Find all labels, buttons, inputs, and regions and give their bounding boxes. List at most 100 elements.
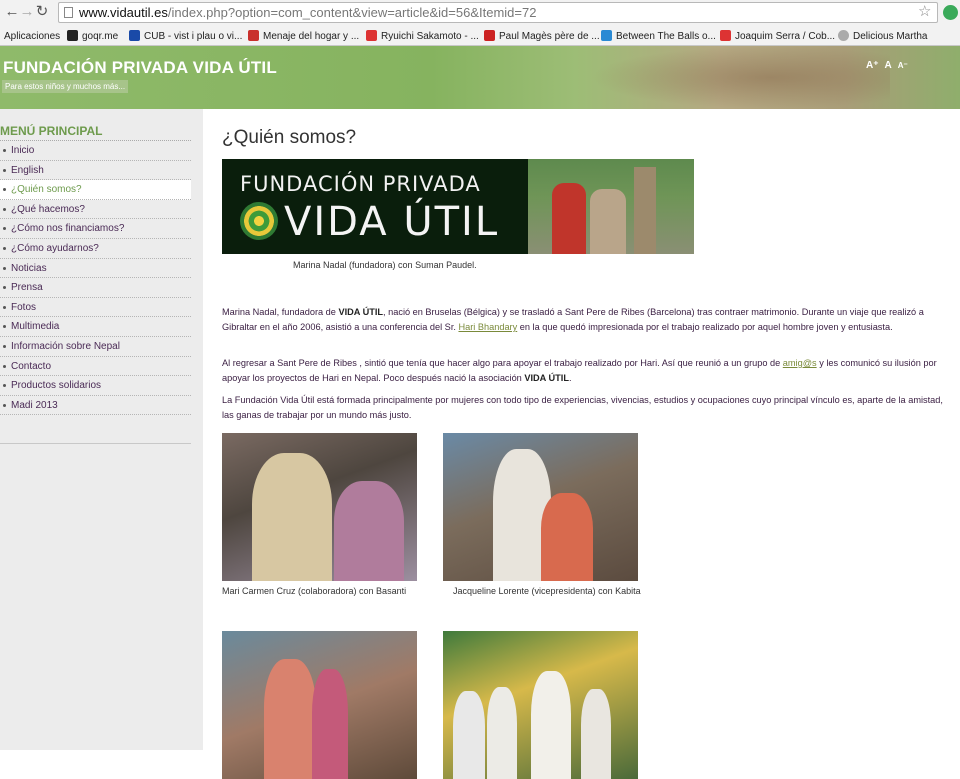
hero-caption: Marina Nadal (fundadora) con Suman Paude… bbox=[293, 260, 477, 270]
menu-item-english[interactable]: English bbox=[0, 161, 191, 181]
paragraph-3: La Fundación Vida Útil está formada prin… bbox=[222, 395, 943, 420]
bookmark-label: CUB - vist i plau o vi... bbox=[144, 31, 243, 42]
font-increase-button[interactable]: A⁺ bbox=[866, 60, 879, 71]
person-figure bbox=[552, 183, 586, 254]
person-figure bbox=[590, 189, 626, 254]
photo-mari-carmen[interactable] bbox=[222, 433, 417, 581]
bookmark-serra[interactable]: Joaquim Serra / Cob... bbox=[720, 29, 835, 44]
menu-item-ayudarnos[interactable]: ¿Cómo ayudarnos? bbox=[0, 239, 191, 259]
youtube-icon bbox=[366, 30, 377, 41]
menu-item-madi-2013[interactable]: Madi 2013 bbox=[0, 396, 191, 416]
bookmark-label: Joaquim Serra / Cob... bbox=[735, 31, 836, 42]
hero-line-1: FUNDACIÓN PRIVADA bbox=[240, 172, 481, 196]
menu-item-inicio[interactable]: Inicio bbox=[0, 141, 191, 161]
reload-icon[interactable]: ↻ bbox=[33, 3, 51, 21]
hero-photo bbox=[528, 159, 694, 254]
hari-bhandary-link[interactable]: Hari Bhandary bbox=[458, 322, 517, 332]
url-host: www.vidautil.es bbox=[79, 5, 168, 20]
photo-jacqueline[interactable] bbox=[443, 433, 638, 581]
menu-item-productos[interactable]: Productos solidarios bbox=[0, 376, 191, 396]
photo-caption: Mari Carmen Cruz (colaboradora) con Basa… bbox=[222, 586, 407, 596]
stone-column bbox=[634, 167, 656, 254]
bookmark-martha[interactable]: Delicious Martha bbox=[838, 29, 927, 44]
youtube-icon bbox=[720, 30, 731, 41]
menu-item-quien-somos[interactable]: ¿Quién somos? bbox=[0, 180, 191, 200]
bookmark-between[interactable]: Between The Balls o... bbox=[601, 29, 716, 44]
text: Al regresar a Sant Pere de Ribes , sinti… bbox=[222, 358, 783, 368]
menu-divider bbox=[0, 443, 191, 444]
bookmark-label: Ryuichi Sakamoto - ... bbox=[381, 31, 479, 42]
person-figure bbox=[252, 453, 332, 581]
mandala-icon bbox=[240, 202, 278, 240]
person-figure bbox=[531, 671, 571, 779]
font-size-controls: A⁺ A A⁻ bbox=[866, 60, 914, 71]
menu-item-nepal[interactable]: Información sobre Nepal bbox=[0, 337, 191, 357]
text: Marina Nadal, fundadora de bbox=[222, 307, 339, 317]
menu-item-que-hacemos[interactable]: ¿Qué hacemos? bbox=[0, 200, 191, 220]
hero-image: FUNDACIÓN PRIVADA VIDA ÚTIL bbox=[222, 159, 694, 254]
url-path: /index.php?option=com_content&view=artic… bbox=[167, 5, 537, 20]
menu-item-prensa[interactable]: Prensa bbox=[0, 278, 191, 298]
bookmark-label: Menaje del hogar y ... bbox=[263, 31, 360, 42]
font-reset-button[interactable]: A bbox=[885, 60, 892, 71]
photo-group-3[interactable] bbox=[222, 631, 417, 779]
site-title[interactable]: FUNDACIÓN PRIVADA VIDA ÚTIL bbox=[3, 58, 277, 78]
person-figure bbox=[312, 669, 348, 779]
browser-toolbar: ← → ↻ www.vidautil.es/index.php?option=c… bbox=[0, 0, 960, 26]
goqr-icon bbox=[67, 30, 78, 41]
bookmark-apps[interactable]: Aplicaciones bbox=[4, 29, 60, 44]
main-menu: MENÚ PRINCIPAL Inicio English ¿Quién som… bbox=[0, 121, 191, 416]
bookmark-label: goqr.me bbox=[82, 31, 119, 42]
bookmark-cub[interactable]: CUB - vist i plau o vi... bbox=[129, 29, 242, 44]
font-decrease-button[interactable]: A⁻ bbox=[898, 61, 908, 70]
hero-line-2: VIDA ÚTIL bbox=[284, 199, 500, 245]
bookmark-label: Delicious Martha bbox=[853, 31, 928, 42]
person-figure bbox=[581, 689, 611, 779]
menaje-icon bbox=[248, 30, 259, 41]
address-bar[interactable]: www.vidautil.es/index.php?option=com_con… bbox=[58, 2, 938, 23]
bookmark-menaje[interactable]: Menaje del hogar y ... bbox=[248, 29, 359, 44]
bold-text: VIDA ÚTIL bbox=[524, 373, 569, 383]
bookmark-label: Between The Balls o... bbox=[616, 31, 716, 42]
menu-item-noticias[interactable]: Noticias bbox=[0, 259, 191, 279]
text: en la que quedó impresionada por el trab… bbox=[517, 322, 893, 332]
globe-icon bbox=[838, 30, 849, 41]
mages-icon bbox=[484, 30, 495, 41]
person-figure bbox=[453, 691, 485, 779]
bookmark-sakamoto[interactable]: Ryuichi Sakamoto - ... bbox=[366, 29, 479, 44]
photo-caption: Jacqueline Lorente (vicepresidenta) con … bbox=[453, 586, 641, 596]
cub-icon bbox=[129, 30, 140, 41]
bookmark-mages[interactable]: Paul Magès père de ... bbox=[484, 29, 600, 44]
page-icon bbox=[64, 7, 73, 18]
site-header: FUNDACIÓN PRIVADA VIDA ÚTIL Para estos n… bbox=[0, 46, 960, 109]
extension-icon[interactable] bbox=[943, 5, 958, 20]
photo-group-4[interactable] bbox=[443, 631, 638, 779]
bookmark-goqr[interactable]: goqr.me bbox=[67, 29, 118, 44]
bookmark-label: Paul Magès père de ... bbox=[499, 31, 600, 42]
bookmarks-bar: Aplicaciones goqr.me CUB - vist i plau o… bbox=[0, 26, 960, 46]
paragraph-2: Al regresar a Sant Pere de Ribes , sinti… bbox=[222, 356, 950, 386]
bookmark-label: Aplicaciones bbox=[4, 31, 61, 42]
menu-item-fotos[interactable]: Fotos bbox=[0, 298, 191, 318]
browser-chrome: ← → ↻ www.vidautil.es/index.php?option=c… bbox=[0, 0, 960, 46]
main-content: ¿Quién somos? FUNDACIÓN PRIVADA VIDA ÚTI… bbox=[203, 109, 960, 779]
menu-title: MENÚ PRINCIPAL bbox=[0, 121, 191, 141]
hero-logo-panel: FUNDACIÓN PRIVADA VIDA ÚTIL bbox=[222, 159, 528, 254]
menu-item-multimedia[interactable]: Multimedia bbox=[0, 317, 191, 337]
site-subtitle: Para estos niños y muchos más... bbox=[2, 80, 129, 93]
person-figure bbox=[264, 659, 316, 779]
page-title: ¿Quién somos? bbox=[222, 127, 357, 148]
person-figure bbox=[334, 481, 404, 581]
bookmark-star-icon[interactable]: ☆ bbox=[918, 4, 931, 20]
menu-item-financiamos[interactable]: ¿Cómo nos financiamos? bbox=[0, 219, 191, 239]
bold-text: VIDA ÚTIL bbox=[338, 307, 384, 317]
sidebar: MENÚ PRINCIPAL Inicio English ¿Quién som… bbox=[0, 109, 203, 750]
person-figure bbox=[487, 687, 517, 779]
vimeo-icon bbox=[601, 30, 612, 41]
header-photo bbox=[590, 46, 890, 109]
text: . bbox=[568, 373, 572, 383]
menu-item-contacto[interactable]: Contacto bbox=[0, 357, 191, 377]
amigos-link[interactable]: amig@s bbox=[783, 358, 817, 368]
person-figure bbox=[541, 493, 593, 581]
paragraph-1: Marina Nadal, fundadora de VIDA ÚTIL, na… bbox=[222, 305, 950, 335]
